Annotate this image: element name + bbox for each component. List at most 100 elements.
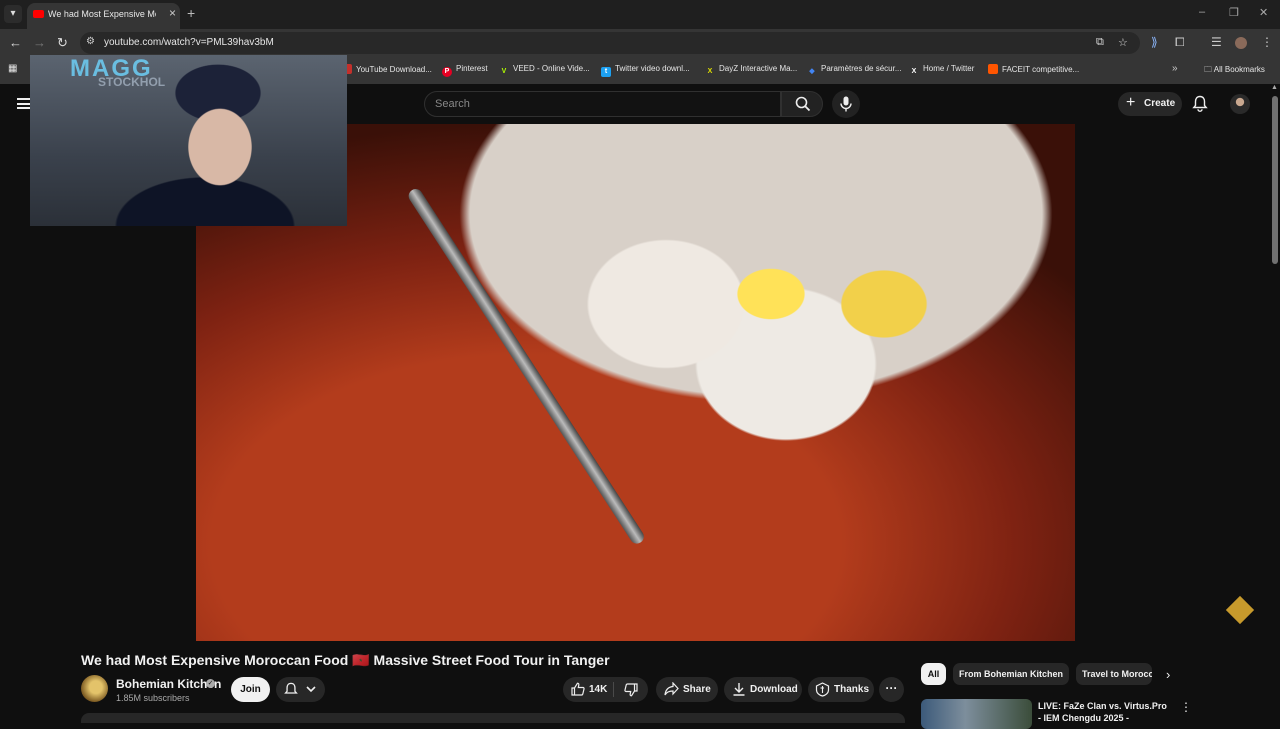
menu-icon[interactable] [17,98,31,109]
bookmark-label: Twitter video downl... [615,64,690,73]
like-count: 14K [589,684,608,695]
url-text: youtube.com/watch?v=PML39hav3bM [104,37,274,48]
more-bookmarks-chevron-icon[interactable]: » [1172,63,1178,74]
site-info-icon[interactable]: ⚙ [86,36,95,47]
join-button[interactable]: Join [231,677,270,702]
channel-watermark-icon[interactable] [1225,595,1255,625]
thanks-icon [815,682,830,697]
tab-search-button[interactable]: ▾ [4,5,22,23]
bookmark-twitter-home[interactable]: X Home / Twitter [909,64,975,77]
restore-icon[interactable]: ❐ [1229,6,1239,19]
bookmark-twitter-download[interactable]: t Twitter video downl... [601,64,690,77]
extensions-puzzle-icon[interactable]: ⧠ [1175,35,1185,50]
share-icon [664,682,679,696]
subscription-notifications-button[interactable] [276,677,325,702]
chip-all[interactable]: All [921,663,946,685]
browser-tab-bar: ▾ We had Most Expensive Moroc × + – ❐ ✕ [0,0,1280,29]
plus-icon: + [1126,94,1136,111]
address-bar[interactable]: ⚙ youtube.com/watch?v=PML39hav3bM ⧉ ☆ [80,32,1140,54]
x-icon: X [911,68,917,75]
notifications-bell-icon[interactable] [1192,95,1208,112]
browser-toolbar: ← → ↻ ⚙ youtube.com/watch?v=PML39hav3bM … [0,29,1280,57]
chevron-down-icon [306,686,316,693]
search-button[interactable] [781,91,823,117]
settings-icon: ◆ [809,68,815,75]
webcam-overlay: MAGG STOCKHOL [30,55,347,226]
download-label: Download [750,684,798,695]
video-frame-fork [406,186,647,547]
install-app-icon[interactable]: ⧉ [1096,36,1104,49]
pinterest-icon: P [442,67,452,77]
bookmark-faceit[interactable]: FACEIT competitive... [988,64,1079,74]
microphone-icon [840,96,852,112]
create-label: Create [1144,98,1176,109]
like-dislike-group: 14K [563,677,648,702]
subscriber-count: 1.85M subscribers [116,693,190,703]
description-box[interactable] [81,713,905,723]
share-button[interactable]: Share [656,677,718,702]
thumbs-up-icon [571,682,585,696]
video-title: We had Most Expensive Moroccan Food 🇲🇦 M… [81,652,610,668]
chrome-menu-icon[interactable]: ⋮ [1261,35,1273,49]
x-icon: X [707,68,713,75]
back-button[interactable]: ← [9,35,22,51]
more-actions-button[interactable]: ··· [879,677,904,702]
page-scrollbar[interactable]: ▲ [1270,84,1280,720]
scroll-up-arrow-icon[interactable]: ▲ [1271,84,1278,91]
all-bookmarks-label: All Bookmarks [1213,65,1265,74]
browser-tab[interactable]: We had Most Expensive Moroc × [27,3,180,29]
webcam-backdrop-text: STOCKHOL [98,75,166,89]
account-avatar[interactable] [1230,94,1250,114]
search-input[interactable]: Search [424,91,781,117]
thanks-button[interactable]: Thanks [808,677,874,702]
youtube-favicon-icon [33,10,44,18]
search-placeholder: Search [435,98,470,110]
dislike-button[interactable] [614,677,648,702]
recommended-video-title[interactable]: LIVE: FaZe Clan vs. Virtus.Pro - IEM Che… [1038,700,1168,724]
reload-button[interactable]: ↻ [57,35,68,51]
download-button[interactable]: Download [724,677,802,702]
recommended-video-thumbnail[interactable] [921,699,1032,729]
apps-grid-icon[interactable]: ▦ [8,63,17,74]
bookmark-label: Pinterest [456,64,488,73]
tab-close-icon[interactable]: × [169,6,176,20]
download-icon [733,683,745,696]
verified-badge-icon: ✓ [206,679,215,688]
forward-button[interactable]: → [33,35,46,51]
like-button[interactable]: 14K [563,677,613,702]
twitter-download-icon: t [601,67,611,77]
extension-icon[interactable]: ⟫ [1151,35,1158,49]
bookmark-label: VEED - Online Vide... [513,64,590,73]
share-label: Share [683,684,711,695]
bookmark-label: DayZ Interactive Ma... [719,64,798,73]
chevron-right-icon[interactable]: › [1166,667,1170,682]
close-window-icon[interactable]: ✕ [1259,6,1268,19]
bookmark-label: YouTube Download... [356,65,432,74]
bookmark-star-icon[interactable]: ☆ [1118,36,1128,49]
bookmark-label: FACEIT competitive... [1002,65,1080,74]
bookmark-dayz[interactable]: X DayZ Interactive Ma... [705,64,798,77]
faceit-icon [988,64,998,74]
voice-search-button[interactable] [832,90,860,118]
channel-avatar[interactable] [81,675,108,702]
reading-list-icon[interactable]: ☰ [1211,35,1222,49]
new-tab-button[interactable]: + [187,5,195,21]
chip-travel-morocco[interactable]: Travel to Morocco [1076,663,1152,685]
create-button[interactable]: + Create [1118,92,1182,116]
bookmark-label: Home / Twitter [923,64,975,73]
thumbs-down-icon [624,683,638,697]
bookmark-security-settings[interactable]: ◆ Paramètres de sécur... [807,64,901,77]
bookmark-youtube-download[interactable]: YouTube Download... [342,64,432,74]
bookmark-veed[interactable]: V VEED - Online Vide... [499,64,590,77]
chip-from-channel[interactable]: From Bohemian Kitchen [953,663,1069,685]
bookmark-label: Paramètres de sécur... [821,64,902,73]
profile-avatar[interactable] [1235,37,1247,49]
all-bookmarks-button[interactable]: 🗀 All Bookmarks [1204,64,1265,78]
bookmark-pinterest[interactable]: P Pinterest [442,64,488,77]
thanks-label: Thanks [834,684,870,695]
tab-title: We had Most Expensive Moroc [48,9,156,19]
scrollbar-thumb[interactable] [1272,96,1278,264]
recommended-more-icon[interactable]: ⋮ [1180,700,1192,714]
minimize-icon[interactable]: – [1199,6,1205,18]
more-horizontal-icon: ··· [885,681,898,695]
